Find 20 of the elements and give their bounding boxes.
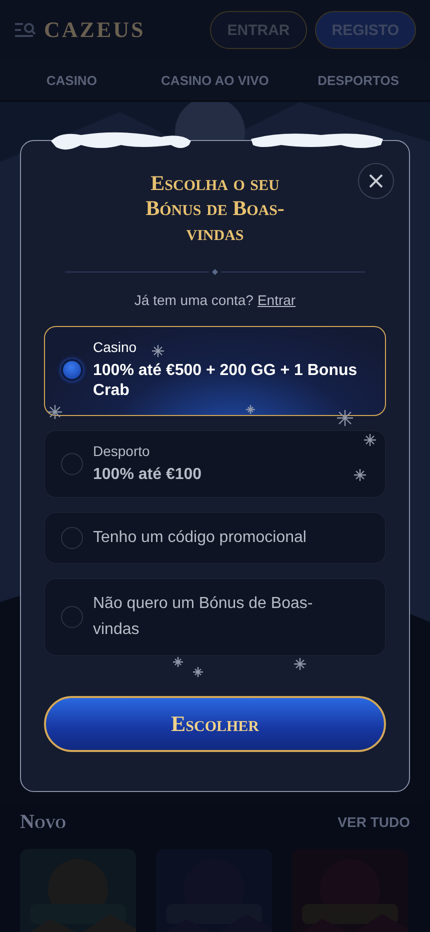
option-label: Desporto xyxy=(93,443,150,459)
modal-title: Escolha o seu Bónus de Boas-vindas xyxy=(144,171,286,246)
login-link[interactable]: Entrar xyxy=(257,292,296,308)
option-label: Casino xyxy=(93,339,137,355)
option-label: Não quero um Bónus de Boas-vindas xyxy=(93,594,314,640)
bonus-option[interactable]: Não quero um Bónus de Boas-vindas xyxy=(44,578,386,656)
logo[interactable]: CAZEUS xyxy=(44,17,146,43)
option-value: 100% até €100 xyxy=(93,465,202,485)
nav-tab[interactable]: CASINO xyxy=(0,60,144,102)
choose-button[interactable]: Escolher xyxy=(44,696,386,752)
nav-tab[interactable]: CASINO AO VIVO xyxy=(143,60,287,102)
login-prompt: Já tem uma conta? xyxy=(134,292,254,308)
option-label: Tenho um código promocional xyxy=(93,528,306,548)
bonus-option[interactable]: Casino 100% até €500 + 200 GG + 1 Bonus Crab xyxy=(44,326,386,416)
section-title: Novo xyxy=(20,810,66,834)
bonus-option[interactable]: Desporto 100% até €100 xyxy=(44,430,386,498)
nav-tab[interactable]: DESPORTOS xyxy=(286,60,430,102)
view-all-link[interactable]: VER TUDO xyxy=(338,814,410,830)
option-value: 100% até €500 + 200 GG + 1 Bonus Crab xyxy=(93,361,358,401)
bonus-option[interactable]: Tenho um código promocional xyxy=(44,512,386,564)
